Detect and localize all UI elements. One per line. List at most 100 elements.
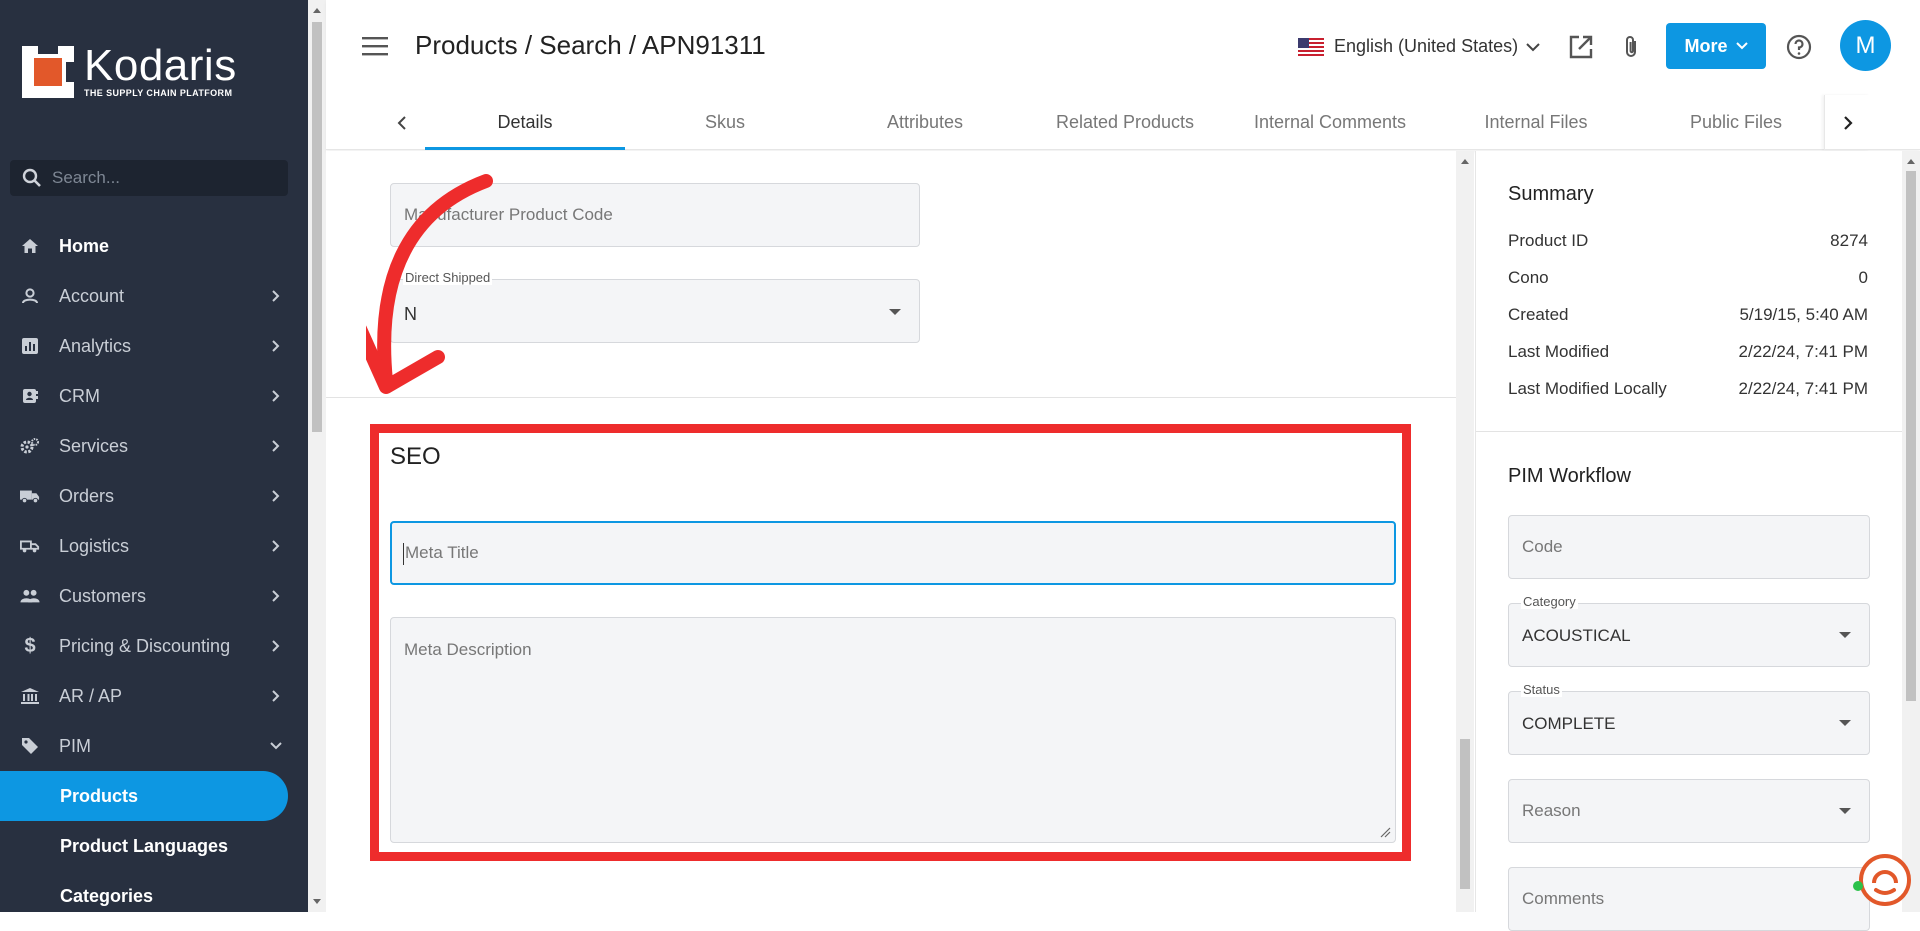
seo-heading: SEO [390,443,441,470]
sidebar-item-analytics[interactable]: Analytics [0,321,308,371]
services-icon [20,436,40,456]
summary-value: 2/22/24, 7:41 PM [1738,342,1868,361]
main-scrollbar-thumb[interactable] [1460,739,1470,889]
sidebar-item-services[interactable]: Services [0,421,308,471]
workflow-reason-select[interactable]: Reason [1508,779,1870,843]
chevron-right-icon [1843,115,1853,130]
sidebar-item-label: Home [59,235,110,256]
sidebar-item-ar-ap[interactable]: AR / AP [0,671,308,721]
summary-row: Product ID 8274 [1508,231,1868,251]
kodaris-logo[interactable]: Kodaris THE SUPPLY CHAIN PLATFORM [22,44,237,98]
summary-panel: Summary Product ID 8274 Cono 0 Created 5/19… [1475,151,1903,931]
sidebar-nav: Home Account Analytics CRM Services Orde… [0,221,308,921]
bank-icon [20,686,40,706]
dropdown-caret-icon [1839,632,1851,638]
sidebar-subitem-categories[interactable]: Categories [0,871,308,921]
scroll-down-arrow-icon[interactable] [312,898,322,906]
summary-key: Cono [1508,268,1549,287]
sidebar: Kodaris THE SUPPLY CHAIN PLATFORM Home A… [0,0,308,912]
workflow-category-select[interactable]: Category ACOUSTICAL [1508,594,1870,667]
summary-value: 2/22/24, 7:41 PM [1738,379,1868,398]
workflow-code-placeholder: Code [1522,537,1563,556]
tab-public-files[interactable]: Public Files [1636,95,1836,150]
truck-icon [20,486,40,506]
dropdown-caret-icon [1839,720,1851,726]
meta-title-placeholder: Meta Title [405,543,479,562]
resize-handle-icon[interactable] [1379,826,1391,838]
text-cursor [403,543,404,565]
logo-tagline: THE SUPPLY CHAIN PLATFORM [84,88,233,98]
meta-description-textarea[interactable]: Meta Description [390,617,1396,843]
dropdown-caret-icon [1839,808,1851,814]
main-scrollbar[interactable] [1456,151,1474,912]
sidebar-item-home[interactable]: Home [0,221,308,271]
sidebar-item-crm[interactable]: CRM [0,371,308,421]
us-flag-icon [1298,37,1324,56]
meta-description-placeholder: Meta Description [404,640,532,659]
tab-internal-files[interactable]: Internal Files [1436,95,1636,150]
meta-title-input[interactable]: Meta Title [390,521,1396,585]
summary-title: Summary [1508,183,1594,205]
panel-scrollbar-thumb[interactable] [1906,171,1916,701]
tab-internal-comments[interactable]: Internal Comments [1230,95,1430,150]
workflow-category-label: Category [1521,594,1578,609]
sidebar-scrollbar-thumb[interactable] [312,22,322,432]
sidebar-subitem-products[interactable]: Products [0,771,288,821]
tab-bar: Details Skus Attributes Related Products… [326,95,1920,150]
chevron-down-icon [270,742,282,750]
summary-key: Created [1508,305,1569,324]
sidebar-item-label: Logistics [59,535,130,556]
scroll-up-arrow-icon[interactable] [312,6,322,14]
sidebar-item-label: PIM [59,735,92,756]
tab-scroll-right[interactable] [1824,95,1870,150]
panel-divider [1476,431,1903,432]
pim-workflow-title: PIM Workflow [1508,465,1631,487]
search-input[interactable] [52,168,272,188]
sidebar-subitem-label: Product Languages [60,835,229,856]
dollar-icon: $ [24,634,36,657]
tab-related-products[interactable]: Related Products [1025,95,1225,150]
workflow-comments-input[interactable]: Comments [1508,867,1870,931]
chevron-right-icon [272,540,280,552]
chat-support-icon[interactable] [1852,850,1912,910]
hamburger-menu-icon[interactable] [362,36,388,56]
summary-key: Product ID [1508,231,1589,250]
more-button[interactable]: More [1666,23,1766,69]
scroll-up-arrow-icon[interactable] [1460,157,1470,165]
sidebar-item-pim[interactable]: PIM [0,721,308,771]
tab-skus[interactable]: Skus [625,95,825,150]
chevron-right-icon [272,340,280,352]
summary-row: Cono 0 [1508,268,1868,288]
workflow-status-label: Status [1521,682,1562,697]
scroll-up-arrow-icon[interactable] [1906,157,1916,165]
summary-key: Last Modified [1508,342,1610,361]
sidebar-item-orders[interactable]: Orders [0,471,308,521]
help-icon[interactable] [1786,34,1812,60]
language-selector[interactable]: English (United States) [1298,36,1540,57]
tab-scroll-left[interactable] [382,95,422,150]
workflow-status-select[interactable]: Status COMPLETE [1508,682,1870,755]
workflow-status-value: COMPLETE [1522,714,1616,733]
tab-attributes[interactable]: Attributes [825,95,1025,150]
avatar[interactable]: M [1840,20,1891,71]
summary-row: Last Modified 2/22/24, 7:41 PM [1508,342,1868,362]
workflow-code-input[interactable]: Code [1508,515,1870,579]
sidebar-item-label: Account [59,285,125,306]
sidebar-item-pricing-discounting[interactable]: $ Pricing & Discounting [0,621,308,671]
sidebar-scrollbar[interactable] [308,0,326,912]
home-icon [20,236,40,256]
attachment-icon[interactable] [1618,34,1644,60]
sidebar-item-logistics[interactable]: Logistics [0,521,308,571]
sidebar-subitem-product-languages[interactable]: Product Languages [0,821,308,871]
chevron-right-icon [272,590,280,602]
tab-details[interactable]: Details [425,95,625,150]
dropdown-caret-icon [889,309,901,315]
language-label: English (United States) [1334,36,1519,56]
summary-key: Last Modified Locally [1508,379,1667,398]
panel-scrollbar[interactable] [1902,151,1920,912]
sidebar-item-account[interactable]: Account [0,271,308,321]
open-external-icon[interactable] [1568,34,1594,60]
sidebar-item-label: Services [59,435,129,456]
chevron-left-icon [397,115,406,130]
sidebar-item-customers[interactable]: Customers [0,571,308,621]
